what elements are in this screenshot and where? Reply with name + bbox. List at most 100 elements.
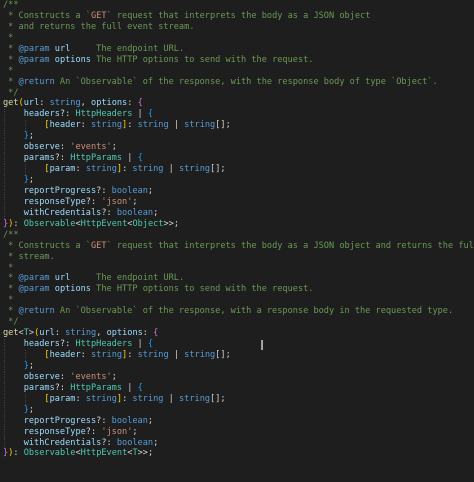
code-token: */	[3, 317, 19, 328]
code-line[interactable]: /**	[3, 0, 474, 11]
code-editor[interactable]: /** * Constructs a `GET` request that in…	[0, 0, 474, 482]
code-line[interactable]: * Constructs a `GET` request that interp…	[3, 241, 474, 252]
code-line[interactable]: params?: HttpParams | {	[3, 153, 474, 165]
code-token: *	[3, 76, 19, 87]
code-line[interactable]: * @param url The endpoint URL.	[3, 273, 474, 284]
indent-guide	[24, 393, 26, 405]
code-line[interactable]: };	[3, 404, 474, 416]
code-token: string	[85, 164, 117, 175]
code-token: string	[179, 164, 211, 175]
code-line[interactable]: [param: string]: string | string[];	[3, 393, 474, 405]
code-token: ;	[147, 415, 154, 426]
code-token: ,	[80, 98, 92, 109]
code-token: |	[122, 153, 138, 164]
code-token: *	[3, 262, 14, 273]
code-line[interactable]: };	[3, 360, 474, 372]
code-token: ;	[153, 437, 159, 448]
code-token: Object	[132, 218, 164, 229]
code-line[interactable]: };	[3, 131, 474, 143]
code-line[interactable]: headers?: HttpHeaders | {	[3, 339, 474, 350]
indent-guide	[4, 393, 5, 405]
code-token: [];	[210, 393, 226, 404]
code-token: HttpHeaders	[75, 339, 133, 350]
code-token: options	[106, 328, 143, 339]
code-token: |	[132, 339, 148, 350]
code-line[interactable]: withCredentials?: boolean;	[3, 437, 474, 449]
code-line[interactable]: };	[3, 175, 474, 186]
indent-guide	[4, 196, 5, 208]
code-line[interactable]: [param: string]: string | string[];	[3, 164, 474, 175]
code-line[interactable]: * @param options The HTTP options to sen…	[3, 284, 474, 295]
code-area[interactable]: /** * Constructs a `GET` request that in…	[3, 0, 474, 459]
code-token: ?:	[96, 415, 112, 426]
code-line[interactable]: *	[3, 66, 474, 77]
indent-guide	[4, 185, 5, 197]
code-line[interactable]: * @return An `Observable` of the respons…	[3, 77, 474, 88]
code-token: options	[54, 54, 91, 65]
code-line[interactable]: * @param options The HTTP options to sen…	[3, 55, 474, 66]
code-line[interactable]: }): Observable<HttpEvent<T>>;	[3, 448, 474, 459]
code-token: * stream.	[3, 251, 55, 262]
indent-guide	[4, 339, 5, 350]
code-token: ?:	[85, 426, 102, 437]
code-line[interactable]: reportProgress?: boolean;	[3, 415, 474, 427]
code-token: * Constructs a `	[3, 240, 91, 251]
code-token: |	[132, 109, 148, 120]
code-token: string	[65, 328, 97, 339]
code-token: url	[54, 43, 71, 54]
code-line[interactable]: get<T>(url: string, options: {	[3, 328, 474, 339]
code-token: An `Observable` of the response, with th…	[54, 76, 438, 87]
code-token: ?:	[101, 437, 117, 448]
code-token: ?:	[59, 339, 76, 350]
code-line[interactable]: */	[3, 88, 474, 99]
code-token: boolean	[116, 207, 154, 218]
code-line[interactable]: withCredentials?: boolean;	[3, 207, 474, 219]
code-line[interactable]: observe: 'events';	[3, 371, 474, 383]
code-token: withCredentials	[23, 437, 102, 448]
code-line[interactable]: * and returns the full event stream.	[3, 22, 474, 33]
code-line[interactable]: params?: HttpParams | {	[3, 382, 474, 394]
code-token: headers	[23, 339, 60, 350]
code-line[interactable]: * Constructs a `GET` request that interp…	[3, 11, 474, 22]
code-line[interactable]: [header: string]: string | string[];	[3, 120, 474, 132]
code-token: *	[3, 65, 14, 76]
indent-guide	[4, 120, 5, 132]
code-token: string	[132, 393, 164, 404]
code-line[interactable]: get(url: string, options: {	[3, 98, 474, 109]
code-line[interactable]: */	[3, 317, 474, 328]
code-token: {	[137, 382, 143, 393]
code-token: string	[184, 350, 216, 360]
code-token: 'json'	[101, 196, 133, 207]
code-token: header	[49, 120, 81, 131]
code-line[interactable]: *	[3, 263, 474, 274]
code-token: ;	[153, 207, 159, 218]
code-line[interactable]: reportProgress?: boolean;	[3, 185, 474, 197]
code-token: string	[85, 393, 117, 404]
code-token: :	[75, 164, 86, 175]
code-line[interactable]: headers?: HttpHeaders | {	[3, 109, 474, 121]
code-line[interactable]: * @param url The endpoint URL.	[3, 44, 474, 55]
code-line[interactable]: [header: string]: string | string[];	[3, 350, 474, 361]
code-line[interactable]: * stream.	[3, 252, 474, 263]
code-line[interactable]: responseType?: 'json';	[3, 196, 474, 208]
indent-guide	[4, 153, 5, 165]
code-token: :	[127, 120, 138, 131]
code-token: boolean	[116, 437, 154, 448]
code-token: param	[49, 393, 76, 404]
code-token: HttpParams	[70, 153, 123, 164]
code-line[interactable]: *	[3, 33, 474, 44]
indent-guide	[24, 120, 26, 132]
code-line[interactable]: responseType?: 'json';	[3, 426, 474, 438]
code-line[interactable]: * @return An `Observable` of the respons…	[3, 306, 474, 317]
code-line[interactable]: observe: 'events';	[3, 142, 474, 154]
code-line[interactable]: *	[3, 295, 474, 306]
code-line[interactable]: }): Observable<HttpEvent<Object>>;	[3, 219, 474, 230]
indent-guide	[4, 415, 5, 427]
code-line[interactable]: /**	[3, 230, 474, 241]
